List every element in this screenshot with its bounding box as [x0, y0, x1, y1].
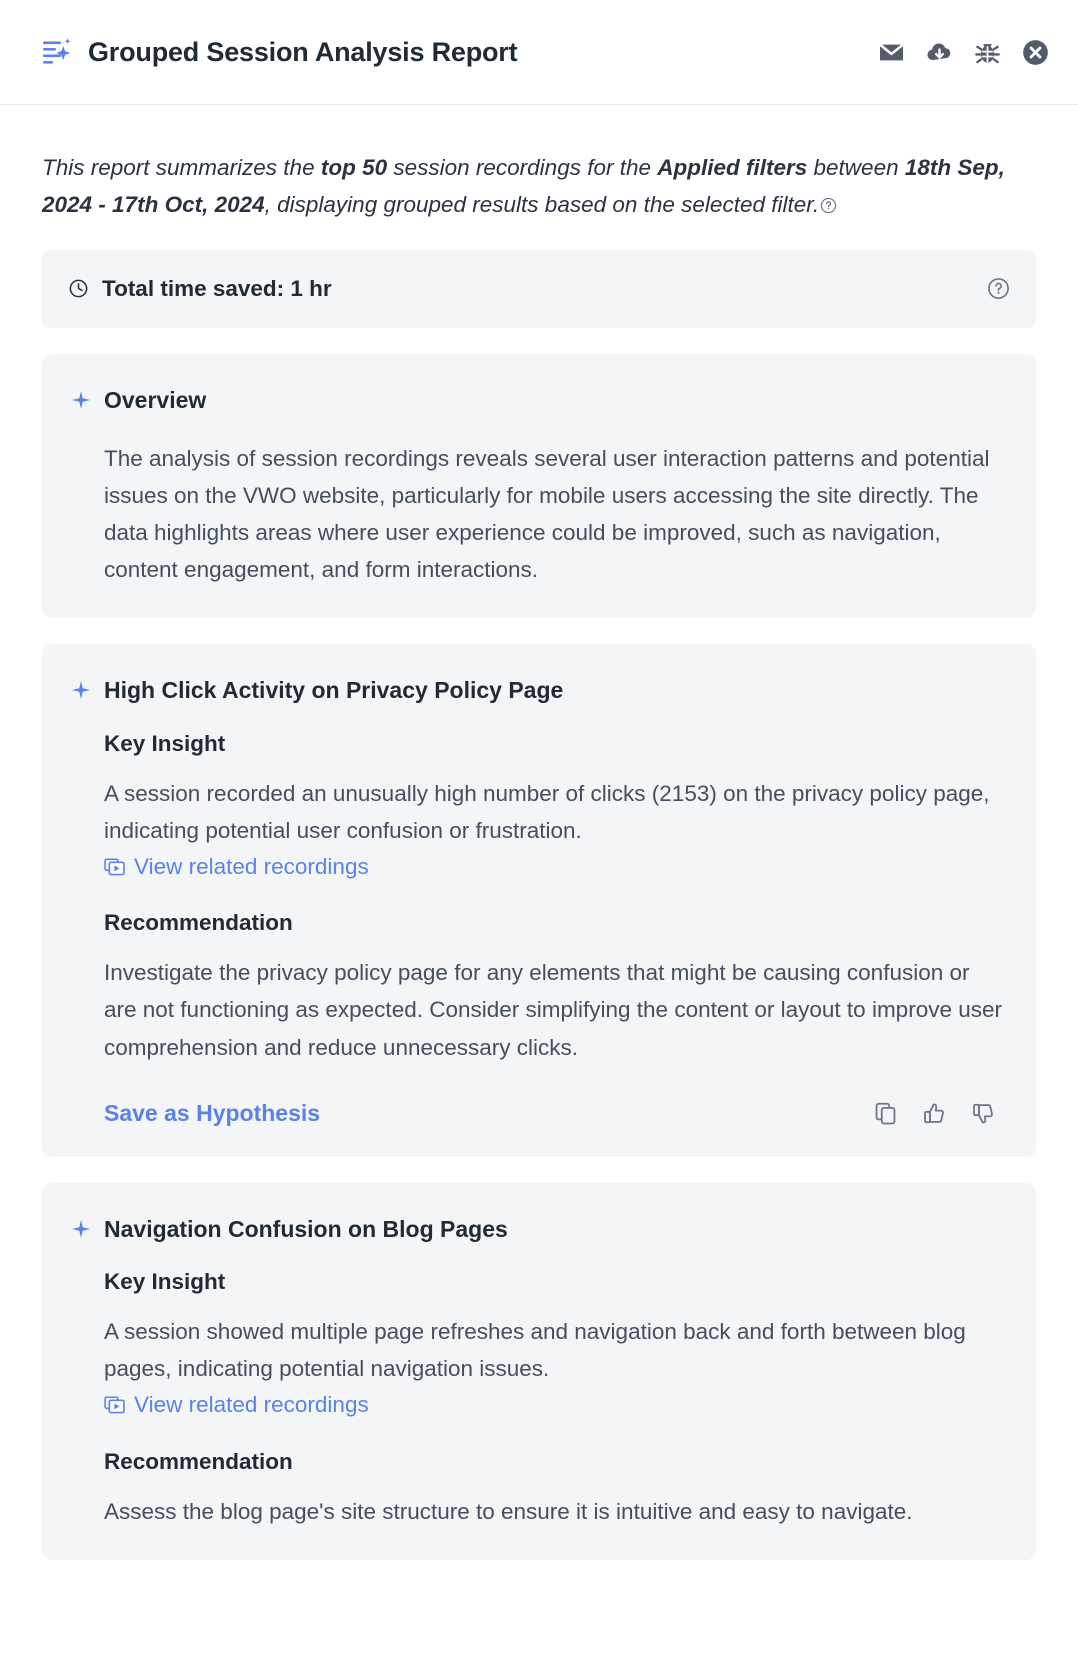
feedback-actions	[873, 1101, 1002, 1126]
video-frame-icon	[104, 856, 125, 877]
report-summary-text: This report summarizes the top 50 sessio…	[42, 149, 1036, 224]
sparkle-icon	[72, 681, 90, 700]
bug-icon[interactable]	[973, 38, 1002, 67]
report-sparkle-icon	[42, 37, 72, 67]
thumbs-down-icon[interactable]	[971, 1101, 996, 1126]
insight-card-high-click-activity: High Click Activity on Privacy Policy Pa…	[42, 644, 1036, 1157]
overview-text: The analysis of session recordings revea…	[104, 445, 990, 583]
overview-title: Overview	[104, 386, 207, 413]
sparkle-icon	[72, 1219, 90, 1238]
card-footer: Save as Hypothesis	[72, 1100, 1002, 1127]
header-actions	[877, 38, 1050, 67]
card-header: Navigation Confusion on Blog Pages	[72, 1213, 1002, 1245]
save-as-hypothesis-button[interactable]: Save as Hypothesis	[104, 1100, 320, 1127]
report-header: Grouped Session Analysis Report	[0, 0, 1078, 105]
insight-title: Navigation Confusion on Blog Pages	[104, 1215, 508, 1242]
recommendation-text: Investigate the privacy policy page for …	[104, 960, 1002, 1060]
key-insight-text: A session showed multiple page refreshes…	[104, 1318, 966, 1381]
copy-icon[interactable]	[873, 1101, 898, 1126]
key-insight-label: Key Insight	[104, 730, 226, 756]
key-insight-label: Key Insight	[104, 1268, 226, 1294]
video-frame-icon	[104, 1394, 125, 1415]
intro-part-3: between	[807, 155, 905, 180]
card-header: Overview	[72, 384, 1002, 416]
recommendation-label: Recommendation	[104, 910, 293, 936]
help-circle-icon[interactable]	[820, 188, 837, 214]
intro-part-2: session recordings for the	[387, 155, 658, 180]
help-circle-icon[interactable]	[987, 277, 1010, 300]
thumbs-up-icon[interactable]	[922, 1101, 947, 1126]
intro-part-1: This report summarizes the	[42, 155, 321, 180]
key-insight-text: A session recorded an unusually high num…	[104, 780, 990, 843]
header-left-group: Grouped Session Analysis Report	[42, 37, 877, 68]
intro-part-4: , displaying grouped results based on th…	[264, 192, 820, 218]
intro-bold-filters: Applied filters	[657, 155, 808, 180]
view-related-recordings-link[interactable]: View related recordings	[104, 1389, 369, 1421]
sparkle-icon	[72, 390, 90, 409]
time-saved-group: Total time saved: 1 hr	[68, 276, 332, 302]
link-label: View related recordings	[134, 853, 369, 879]
clock-icon	[68, 278, 89, 299]
total-time-saved-bar: Total time saved: 1 hr	[42, 249, 1036, 328]
link-label: View related recordings	[134, 1392, 369, 1418]
intro-bold-top50: top 50	[320, 155, 388, 180]
insight-body: Key Insight A session recorded an unusua…	[72, 731, 1002, 1066]
total-time-saved-label: Total time saved: 1 hr	[102, 275, 332, 301]
insight-body: Key Insight A session showed multiple pa…	[72, 1269, 1002, 1530]
insight-title: High Click Activity on Privacy Policy Pa…	[104, 677, 564, 704]
recommendation-label: Recommendation	[104, 1448, 293, 1474]
download-cloud-icon[interactable]	[925, 38, 954, 67]
email-icon[interactable]	[877, 38, 906, 67]
page-title: Grouped Session Analysis Report	[88, 36, 518, 67]
card-header: High Click Activity on Privacy Policy Pa…	[72, 674, 1002, 706]
view-related-recordings-link[interactable]: View related recordings	[104, 851, 369, 883]
insight-card-navigation-confusion: Navigation Confusion on Blog Pages Key I…	[42, 1182, 1036, 1560]
overview-card: Overview The analysis of session recordi…	[42, 353, 1036, 619]
overview-body: The analysis of session recordings revea…	[72, 440, 1002, 589]
report-content: This report summarizes the top 50 sessio…	[0, 149, 1078, 1560]
recommendation-text: Assess the blog page's site structure to…	[104, 1498, 913, 1524]
close-icon[interactable]	[1021, 38, 1050, 67]
